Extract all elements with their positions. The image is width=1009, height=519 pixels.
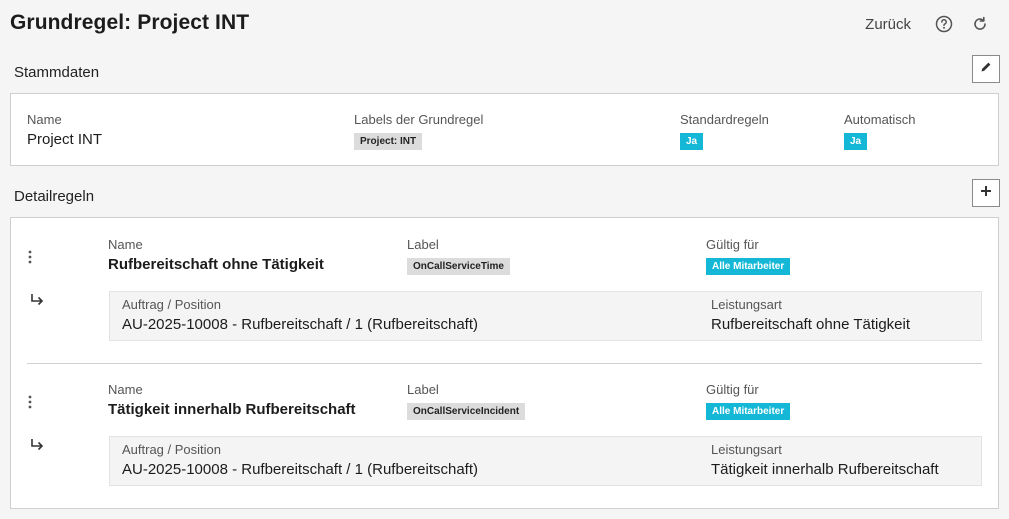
arrow-down-right-icon [30,438,44,457]
rule-valid-badge: Alle Mitarbeiter [706,403,791,420]
rule-valid-label: Gültig für [706,237,759,252]
page-title: Grundregel: Project INT [10,11,250,34]
labels-label: Labels der Grundregel [354,112,484,127]
rule-name-label: Name [108,382,143,397]
name-value: Project INT [27,131,103,148]
plus-icon [980,184,992,202]
order-value: AU-2025-10008 - Rufbereitschaft / 1 (Ruf… [122,461,479,478]
detail-rule: Name Rufbereitschaft ohne Tätigkeit Labe… [11,218,998,363]
standardregeln-label: Standardregeln [680,112,769,127]
pencil-icon [980,60,992,78]
rule-label-label: Label [407,237,439,252]
service-type-label: Leistungsart [711,297,782,312]
refresh-icon[interactable] [969,13,991,35]
rule-name-value: Rufbereitschaft ohne Tätigkeit [108,256,324,273]
service-type-value: Tätigkeit innerhalb Rufbereitschaft [711,461,939,478]
arrow-down-right-icon [30,293,44,312]
stammdaten-title: Stammdaten [14,64,100,81]
help-circle-icon[interactable] [933,13,955,35]
back-link[interactable]: Zurück [865,16,911,33]
label-badge: Project: INT [354,133,423,150]
edit-stammdaten-button[interactable] [972,55,1000,83]
header-actions: Zurück [865,13,991,35]
more-vertical-icon[interactable] [28,250,32,269]
order-value: AU-2025-10008 - Rufbereitschaft / 1 (Ruf… [122,316,479,333]
order-label: Auftrag / Position [122,297,221,312]
detailregeln-panel: Name Rufbereitschaft ohne Tätigkeit Labe… [10,217,999,509]
detailregeln-title: Detailregeln [14,188,95,205]
service-type-label: Leistungsart [711,442,782,457]
rule-label-label: Label [407,382,439,397]
rule-label-badge: OnCallServiceIncident [407,403,526,420]
service-type-value: Rufbereitschaft ohne Tätigkeit [711,316,911,333]
rule-valid-label: Gültig für [706,382,759,397]
name-label: Name [27,112,62,127]
automatisch-badge: Ja [844,133,868,150]
automatisch-label: Automatisch [844,112,916,127]
rule-detail-box: Auftrag / Position AU-2025-10008 - Rufbe… [109,436,982,486]
add-detailregel-button[interactable] [972,179,1000,207]
rule-name-label: Name [108,237,143,252]
rule-detail-box: Auftrag / Position AU-2025-10008 - Rufbe… [109,291,982,341]
detail-rule: Name Tätigkeit innerhalb Rufbereitschaft… [11,363,998,508]
stammdaten-panel: Name Project INT Labels der Grundregel P… [10,93,999,166]
more-vertical-icon[interactable] [28,395,32,414]
rule-label-badge: OnCallServiceTime [407,258,510,275]
rule-valid-badge: Alle Mitarbeiter [706,258,791,275]
rule-name-value: Tätigkeit innerhalb Rufbereitschaft [108,401,356,418]
standardregeln-badge: Ja [680,133,704,150]
order-label: Auftrag / Position [122,442,221,457]
